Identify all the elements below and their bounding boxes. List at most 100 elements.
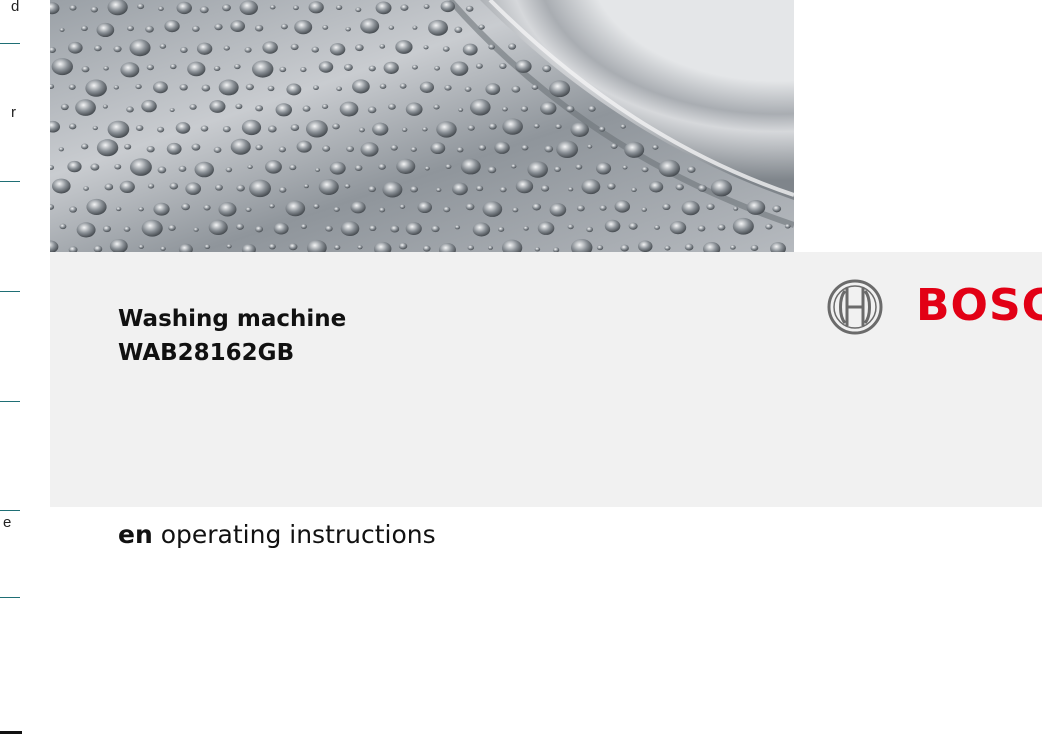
drum-perforation [279, 66, 287, 73]
drum-perforation [554, 166, 561, 172]
margin-fragment: r [11, 104, 16, 121]
drum-perforation [244, 47, 252, 53]
drum-perforation [146, 64, 154, 71]
drum-perforation [358, 127, 365, 133]
language-code: en [118, 520, 153, 549]
drum-perforation [120, 62, 140, 78]
bosch-armature-icon [827, 279, 883, 335]
drum-perforation [286, 83, 302, 96]
drum-perforation [730, 245, 736, 250]
drum-perforation [288, 243, 298, 251]
drum-perforation [129, 39, 151, 57]
drum-perforation [168, 224, 176, 231]
drum-perforation [267, 125, 277, 133]
drum-perforation [549, 203, 567, 217]
drum-perforation [369, 225, 377, 232]
drum-perforation [333, 206, 340, 212]
drum-perforation [435, 187, 442, 192]
drum-perforation [390, 144, 398, 151]
drum-perforation [533, 123, 540, 129]
drum-perforation [624, 141, 645, 158]
drum-perforation [410, 146, 417, 152]
drum-perforation [497, 226, 505, 232]
drum-perforation [223, 45, 230, 51]
drum-perforation [230, 138, 251, 155]
drum-perforation [236, 223, 244, 230]
drum-perforation [411, 64, 418, 70]
drum-perforation [355, 44, 364, 52]
drum-perforation [255, 105, 264, 112]
margin-rule [0, 597, 20, 598]
drum-perforation [96, 139, 119, 157]
drum-perforation [103, 66, 109, 71]
drum-perforation [367, 106, 377, 114]
drum-perforation [669, 221, 687, 235]
drum-perforation [181, 203, 190, 211]
drum-perforation [255, 144, 263, 151]
drum-perforation [607, 182, 616, 190]
drum-perforation [226, 244, 232, 249]
drum-perforation [245, 83, 254, 91]
drum-perforation [488, 44, 495, 50]
drum-perforation [628, 222, 638, 230]
drum-perforation [542, 65, 552, 73]
drum-perforation [255, 226, 264, 233]
drum-perforation [428, 19, 448, 36]
drum-perforation [345, 26, 351, 32]
drum-perforation [325, 225, 333, 232]
drum-perforation [115, 206, 122, 212]
drum-perforation [436, 121, 457, 138]
drum-perforation [706, 203, 715, 210]
drum-perforation [147, 183, 155, 189]
drum-perforation [478, 24, 485, 30]
drum-perforation [201, 84, 211, 92]
drum-perforation [772, 205, 782, 213]
drum-perforation [176, 1, 192, 15]
drum-perforation [68, 123, 77, 130]
drum-perforation [265, 160, 282, 174]
drum-perforation [555, 123, 562, 129]
drum-perforation [251, 60, 274, 78]
drum-perforation [494, 141, 510, 154]
drum-perforation [467, 125, 475, 131]
drum-perforation [268, 243, 276, 250]
drum-perforation [360, 142, 379, 157]
drum-perforation [76, 222, 96, 238]
drum-perforation [549, 80, 571, 98]
drum-perforation [280, 23, 288, 30]
drum-perforation [157, 166, 167, 174]
drum-perforation [335, 4, 343, 10]
drum-perforation [511, 85, 521, 93]
drum-perforation [346, 145, 354, 153]
drum-perforation [67, 160, 82, 173]
drum-perforation [631, 187, 637, 193]
drum-perforation [710, 179, 732, 197]
drum-perforation [247, 164, 253, 170]
drum-perforation [652, 144, 659, 150]
drum-perforation [620, 244, 629, 252]
drum-perforation [69, 206, 77, 213]
drum-perforation [746, 200, 766, 215]
drum-perforation [465, 5, 474, 12]
drum-perforation [350, 201, 366, 214]
drum-perforation [620, 124, 626, 129]
drum-perforation [169, 107, 175, 113]
drum-perforation [355, 7, 362, 13]
drum-perforation [141, 219, 163, 237]
drum-perforation [193, 227, 199, 232]
drum-perforation [464, 86, 472, 92]
drum-perforation [422, 245, 431, 252]
drum-perforation [322, 25, 329, 30]
drum-perforation [697, 184, 707, 192]
drum-perforation [662, 203, 671, 211]
brand-logo: BOSC [826, 278, 1042, 336]
drum-perforation [598, 126, 606, 132]
drum-perforation [487, 166, 497, 174]
drum-perforation [343, 63, 353, 71]
drum-perforation [482, 201, 503, 217]
drum-perforation [194, 161, 214, 178]
drum-perforation [531, 84, 539, 90]
drum-perforation [339, 101, 359, 117]
drum-perforation [296, 140, 312, 153]
drum-perforation [423, 4, 430, 9]
